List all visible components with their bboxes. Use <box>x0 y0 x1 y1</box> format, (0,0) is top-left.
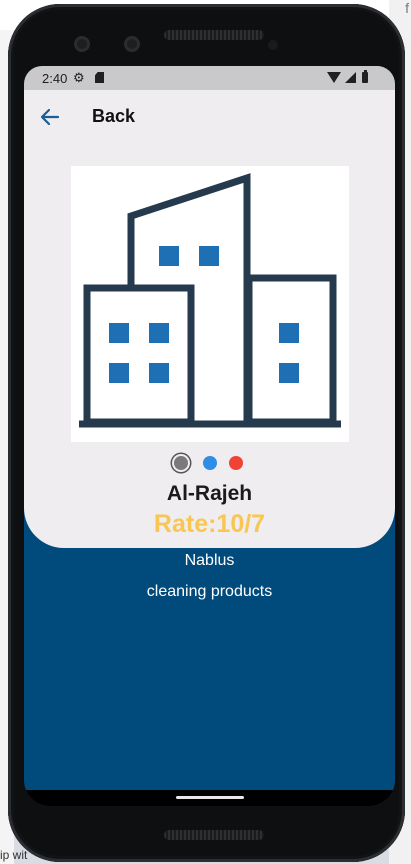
battery-icon <box>362 70 368 83</box>
settings-gear-icon: ⚙ <box>73 70 85 85</box>
back-arrow-icon[interactable] <box>38 105 62 129</box>
app-bar: Back <box>24 90 395 144</box>
home-gesture-bar[interactable] <box>176 796 244 799</box>
earpiece-speaker <box>164 30 264 40</box>
carousel-dot-1[interactable] <box>174 456 188 470</box>
carousel-dot-2[interactable] <box>203 456 217 470</box>
carousel-dot-3[interactable] <box>229 456 243 470</box>
carousel-indicator <box>24 452 395 474</box>
front-camera <box>74 36 90 52</box>
store-image[interactable] <box>71 166 349 442</box>
store-card: Back Al-Rajeh Rate:10/7 <box>24 90 395 548</box>
cell-signal-icon <box>345 72 356 83</box>
building-image <box>79 173 341 428</box>
navigation-bar <box>24 790 395 806</box>
store-category: cleaning products <box>146 583 273 600</box>
wifi-icon <box>327 72 341 83</box>
store-city: Nablus <box>184 552 235 569</box>
desktop-background-glyph: f <box>405 0 409 16</box>
status-time: 2:40 <box>42 71 68 86</box>
bottom-speaker <box>164 830 264 840</box>
proximity-sensor <box>268 40 278 50</box>
sd-card-icon <box>95 72 104 83</box>
store-rate: Rate:10/7 <box>153 510 266 538</box>
store-name: Al-Rajeh <box>166 482 253 505</box>
status-bar: 2:40 ⚙ <box>24 66 395 90</box>
front-camera-secondary <box>124 36 140 52</box>
app-screen: 2:40 ⚙ Back Al-Rajeh Rate:10/7 Nablus cl… <box>24 66 395 806</box>
back-label[interactable]: Back <box>92 106 135 127</box>
